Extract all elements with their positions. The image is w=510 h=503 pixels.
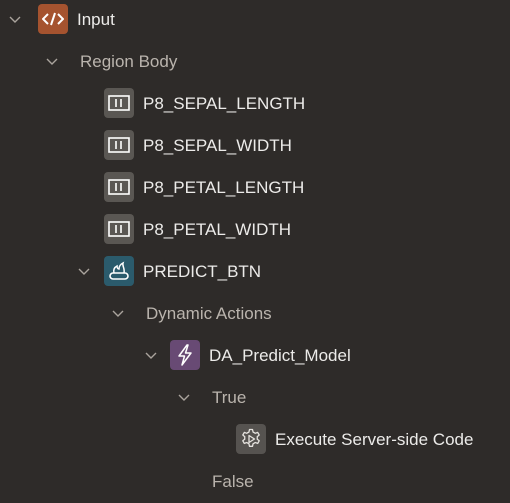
chevron-down-icon[interactable] — [46, 56, 58, 68]
tree-node-label: P8_PETAL_LENGTH — [143, 178, 305, 197]
tree-node-label: Execute Server-side Code — [275, 430, 474, 449]
tree-node-input[interactable]: Input — [0, 0, 510, 41]
tree-node-p8-sepal-length[interactable]: P8_SEPAL_LENGTH — [0, 83, 510, 125]
chevron-down-icon[interactable] — [145, 350, 157, 362]
tree-node-label: DA_Predict_Model — [209, 346, 351, 365]
tree-node-true[interactable]: True — [0, 377, 510, 419]
tree-node-label: P8_SEPAL_LENGTH — [143, 94, 306, 113]
button-click-icon — [104, 256, 134, 286]
tree-node-label: Region Body — [80, 52, 178, 71]
tree-node-predict-btn[interactable]: PREDICT_BTN — [0, 251, 510, 293]
chevron-down-icon[interactable] — [9, 14, 21, 26]
tree-node-dynamic-actions[interactable]: Dynamic Actions — [0, 293, 510, 335]
chevron-down-icon[interactable] — [78, 266, 90, 278]
gear-icon — [236, 424, 266, 454]
number-field-icon — [104, 88, 134, 118]
tree-node-false[interactable]: False — [0, 461, 510, 503]
component-tree: Input Region Body P8_SEPAL_LENGTH P8_SEP… — [0, 0, 510, 503]
tree-node-label: False — [212, 472, 254, 491]
chevron-down-icon[interactable] — [112, 308, 124, 320]
tree-node-label: Dynamic Actions — [146, 304, 272, 323]
tree-node-label: True — [212, 388, 247, 407]
tree-node-label: P8_PETAL_WIDTH — [143, 220, 292, 239]
tree-node-label: P8_SEPAL_WIDTH — [143, 136, 292, 155]
tree-node-da-predict-model[interactable]: DA_Predict_Model — [0, 335, 510, 377]
tree-node-label: PREDICT_BTN — [143, 262, 262, 281]
lightning-icon — [170, 340, 200, 370]
tree-node-execute-server-side-code[interactable]: Execute Server-side Code — [0, 419, 510, 461]
number-field-icon — [104, 130, 134, 160]
number-field-icon — [104, 214, 134, 244]
tree-node-p8-petal-width[interactable]: P8_PETAL_WIDTH — [0, 209, 510, 251]
tree-node-region-body[interactable]: Region Body — [0, 41, 510, 83]
number-field-icon — [104, 172, 134, 202]
tree-node-label: Input — [77, 10, 115, 29]
tree-node-p8-sepal-width[interactable]: P8_SEPAL_WIDTH — [0, 125, 510, 167]
code-icon — [38, 4, 68, 34]
chevron-down-icon[interactable] — [178, 392, 190, 404]
tree-node-p8-petal-length[interactable]: P8_PETAL_LENGTH — [0, 167, 510, 209]
